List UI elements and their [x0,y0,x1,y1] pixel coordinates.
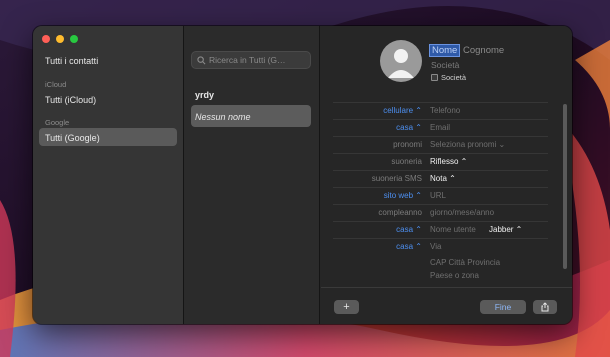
minimize-button[interactable] [56,35,64,43]
close-button[interactable] [42,35,50,43]
company-field[interactable]: Società [431,60,459,70]
field-value[interactable]: Riflesso ⌃ [430,157,467,166]
list-item[interactable]: yrdy [195,90,214,100]
sidebar-section-icloud: iCloud [45,80,67,89]
field-row: suoneria Riflesso ⌃ [333,153,548,170]
field-label[interactable]: casa ⌃ [396,123,422,132]
field-row: pronomi Seleziona pronomi ⌄ [333,136,548,153]
sidebar-item-google-all[interactable]: Tutti (Google) [45,133,100,143]
field-row: casa ⌃ Email [333,119,548,136]
im-service-popup[interactable]: Jabber ⌃ [489,225,522,234]
done-button[interactable]: Fine [480,300,526,314]
sidebar-section-google: Google [45,118,70,127]
field-value[interactable]: Telefono [430,106,460,115]
sidebar-item-icloud-all[interactable]: Tutti (iCloud) [45,95,96,105]
company-checkbox-label: Società [441,73,467,82]
window-controls [42,35,78,43]
search-input[interactable]: Ricerca in Tutti (G… [191,51,311,69]
field-value[interactable]: Seleziona pronomi ⌄ [430,140,505,149]
sidebar-item-all-contacts[interactable]: Tutti i contatti [45,56,98,66]
add-field-button[interactable]: + [334,300,359,314]
contact-card: Nome Cognome Società Società cellulare ⌃… [321,26,572,324]
field-value[interactable]: Nota ⌃ [430,174,456,183]
field-row: suoneria SMS Nota ⌃ [333,170,548,187]
person-icon [388,49,414,78]
list-item-selected[interactable]: Nessun nome [195,112,251,122]
field-label[interactable]: sito web ⌃ [384,191,422,200]
search-placeholder: Ricerca in Tutti (G… [209,55,286,65]
field-row: compleanno giorno/mese/anno [333,204,548,221]
field-value[interactable]: Email [430,123,450,132]
field-label: pronomi [393,140,422,149]
search-icon [197,55,206,64]
scrollbar[interactable] [563,104,567,269]
first-name-field[interactable]: Nome [429,44,461,57]
field-row: sito web ⌃ URL [333,187,548,204]
field-row: cellulare ⌃ Telefono [333,102,548,119]
field-label[interactable]: casa ⌃ [396,242,422,251]
field-label[interactable]: cellulare ⌃ [383,106,422,115]
field-label: suoneria SMS [371,174,422,183]
share-button[interactable] [533,300,557,314]
contacts-window: Tutti i contatti iCloud Tutti (iCloud) G… [33,26,572,324]
avatar[interactable] [380,40,422,82]
last-name-field[interactable]: Cognome [463,45,504,56]
contact-list-pane: Ricerca in Tutti (G… yrdy Nessun nome [184,26,320,324]
company-checkbox[interactable]: Società [431,73,466,82]
field-label: suoneria [391,157,422,166]
address-postal-line[interactable]: CAP Città Provincia [430,258,500,267]
field-label: compleanno [378,208,422,217]
sidebar: Tutti i contatti iCloud Tutti (iCloud) G… [33,26,184,324]
zoom-button[interactable] [70,35,78,43]
field-value[interactable]: Via [430,242,441,251]
field-label[interactable]: casa ⌃ [396,225,422,234]
field-value[interactable]: URL [430,191,446,200]
field-value[interactable]: giorno/mese/anno [430,208,494,217]
checkbox-box[interactable] [431,74,438,81]
field-row: casa ⌃ Nome utente Jabber ⌃ [333,221,548,238]
field-row: casa ⌃ Via [333,238,548,255]
share-icon [541,302,549,312]
field-value[interactable]: Nome utente [430,225,476,234]
address-country-line[interactable]: Paese o zona [430,271,479,280]
card-toolbar: + Fine [321,287,572,324]
